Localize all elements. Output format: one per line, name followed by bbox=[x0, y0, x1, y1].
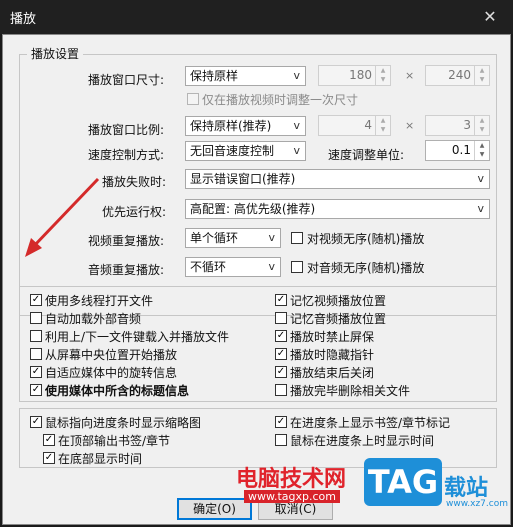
watermark-site-name: 电脑技术网 bbox=[236, 467, 347, 492]
watermark-tag-logo: TAG bbox=[364, 458, 442, 506]
annotation-arrow-icon bbox=[25, 177, 100, 257]
watermark-zhan: 载站 bbox=[444, 476, 489, 501]
watermark-small-url: www.xz7.com bbox=[446, 499, 508, 509]
window-title: 播放 bbox=[10, 12, 37, 27]
dialog-body: 播放设置 播放窗口尺寸: 保持原样 v 180 ▲ ▼ × 240 ▲ ▼ 仅在播放… bbox=[2, 34, 511, 525]
watermark-url: www.tagxp.com bbox=[244, 490, 340, 503]
close-icon[interactable]: ✕ bbox=[467, 0, 513, 32]
title-bar: 播放 ✕ bbox=[0, 0, 513, 34]
